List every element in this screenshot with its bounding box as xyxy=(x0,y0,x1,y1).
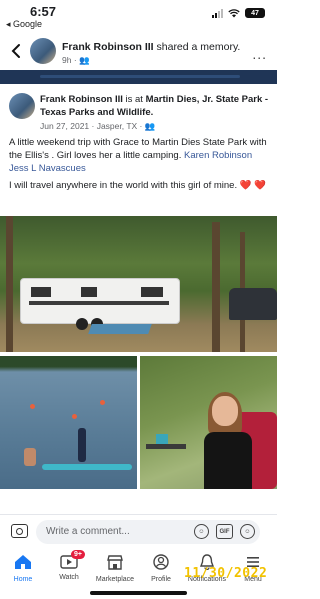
header-author[interactable]: Frank Robinson III xyxy=(62,41,154,53)
suv xyxy=(229,288,277,320)
memory-post: Frank Robinson III is at Martin Dies, Jr… xyxy=(0,84,277,514)
post-date: Jun 27, 2021 · Jasper, TX · 👥 xyxy=(40,121,156,131)
home-indicator[interactable] xyxy=(90,591,187,595)
comment-tools: ☺ GIF ☺ xyxy=(194,524,255,539)
heart-emoji: ❤️ ❤️ xyxy=(239,180,267,191)
tab-label: Home xyxy=(13,576,33,583)
tab-label: Marketplace xyxy=(95,576,135,583)
back-to-google-link[interactable]: ◂ Google xyxy=(6,19,42,30)
more-options-icon[interactable]: ... xyxy=(252,46,267,62)
tab-profile[interactable]: Profile xyxy=(138,554,184,583)
header-title: Frank Robinson III shared a memory. xyxy=(62,41,240,53)
photo-girl-chair[interactable] xyxy=(140,356,277,489)
battery-icon: 47 xyxy=(245,8,265,18)
post-author-avatar[interactable] xyxy=(9,93,35,119)
camper-trailer xyxy=(20,278,180,330)
signal-icon xyxy=(212,8,223,18)
photo-camper[interactable] xyxy=(0,216,277,352)
tag-link[interactable]: Karen Robinson xyxy=(184,150,252,161)
post-author[interactable]: Frank Robinson III xyxy=(40,94,123,105)
photo-paddleboard[interactable] xyxy=(0,356,137,489)
tag-link[interactable]: Jess L Navascues xyxy=(9,163,86,174)
memory-header: Frank Robinson III shared a memory. 9h ·… xyxy=(0,34,277,68)
tab-label: Profile xyxy=(151,576,171,583)
back-arrow-icon[interactable] xyxy=(10,43,22,59)
home-icon xyxy=(15,555,31,569)
avatar[interactable] xyxy=(30,38,56,64)
watch-icon: 9+ xyxy=(60,550,85,570)
camera-icon[interactable] xyxy=(11,524,28,538)
post-body: A little weekend trip with Grace to Mart… xyxy=(9,136,271,196)
post-text-end: I will travel anywhere in the world with… xyxy=(9,180,240,191)
wifi-icon xyxy=(228,8,240,17)
previous-post-strip xyxy=(0,70,277,84)
friends-icon: 👥 xyxy=(144,121,156,131)
status-icons: 47 xyxy=(212,8,265,18)
watch-badge: 9+ xyxy=(71,550,85,559)
friends-icon: 👥 xyxy=(79,55,90,65)
emoji-icon[interactable]: ☺ xyxy=(240,524,255,539)
tab-home[interactable]: Home xyxy=(0,554,46,583)
tab-watch[interactable]: 9+ Watch xyxy=(46,550,92,581)
post-is-at: is at xyxy=(122,94,146,105)
header-timestamp: 9h · 👥 xyxy=(62,55,90,65)
status-bar: 6:57 ◂ Google 47 xyxy=(0,0,277,30)
marketplace-icon xyxy=(107,555,123,570)
profile-icon xyxy=(153,554,169,570)
tab-label: Watch xyxy=(59,574,79,581)
post-header: Frank Robinson III is at Martin Dies, Jr… xyxy=(40,94,270,119)
header-action: shared a memory. xyxy=(153,41,241,53)
gif-icon[interactable]: GIF xyxy=(216,524,233,539)
status-time: 6:57 xyxy=(30,4,57,19)
avatar-sticker-icon[interactable]: ☺ xyxy=(194,524,209,539)
tab-marketplace[interactable]: Marketplace xyxy=(92,554,138,583)
comment-bar: Write a comment... ☺ GIF ☺ xyxy=(0,514,277,548)
photo-date-stamp: 11/30/2022 xyxy=(184,566,268,581)
